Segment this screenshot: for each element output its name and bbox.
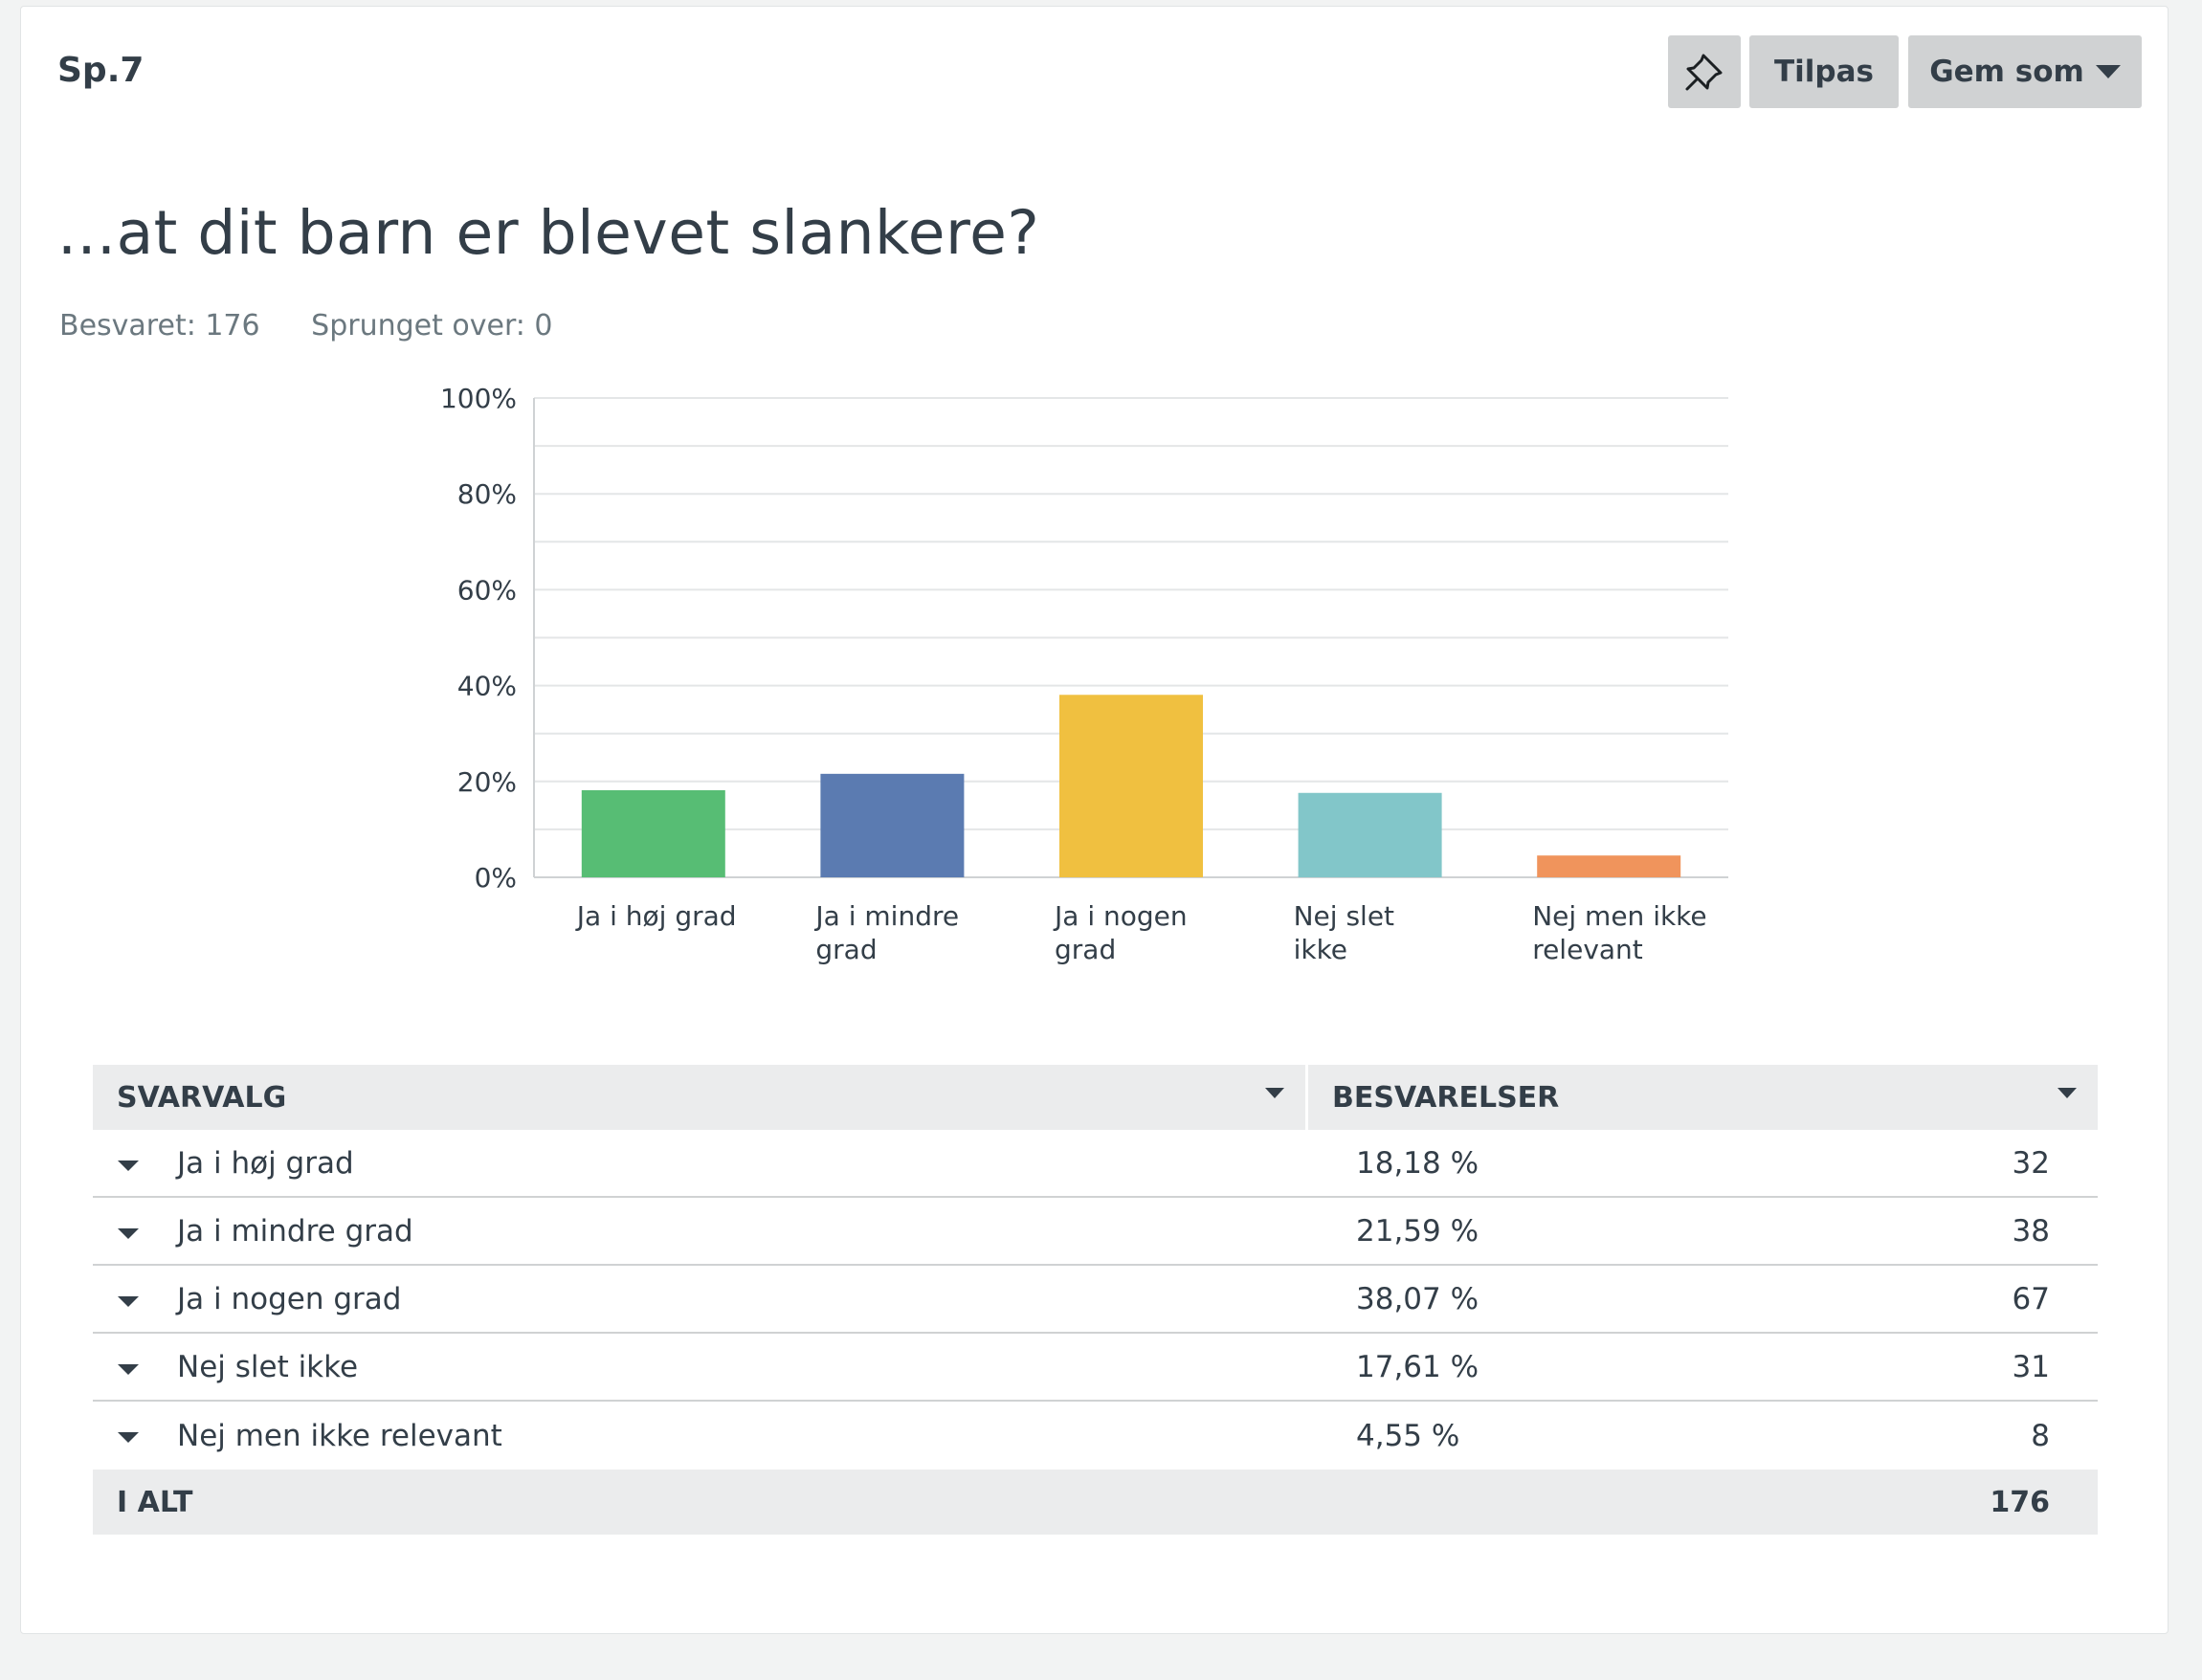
bar — [820, 773, 965, 877]
answer-percent: 4,55 % — [1356, 1418, 1460, 1453]
x-tick-label: grad — [1055, 934, 1116, 965]
answer-label: Nej slet ikke — [177, 1349, 359, 1384]
answer-count: 32 — [2012, 1145, 2050, 1181]
table-total-row: I ALT 176 — [93, 1470, 2098, 1535]
expand-icon[interactable] — [118, 1364, 139, 1375]
table-row: Ja i nogen grad 38,07 % 67 — [93, 1266, 2098, 1334]
column-header-answer-choices[interactable]: SVARVALG — [93, 1065, 1308, 1130]
answer-label: Ja i mindre grad — [177, 1213, 413, 1249]
answer-percent: 17,61 % — [1356, 1349, 1479, 1384]
x-tick-label: Nej men ikke — [1532, 900, 1706, 932]
answer-count: 8 — [2031, 1418, 2050, 1453]
answer-count: 31 — [2012, 1349, 2050, 1384]
table-row: Ja i mindre grad 21,59 % 38 — [93, 1198, 2098, 1266]
bar — [1298, 792, 1442, 877]
answer-label: Ja i nogen grad — [177, 1281, 402, 1316]
expand-icon[interactable] — [118, 1161, 139, 1171]
answer-percent: 38,07 % — [1356, 1281, 1479, 1316]
results-table: SVARVALG BESVARELSER Ja i høj grad 18,18… — [93, 1065, 2098, 1535]
answer-percent: 21,59 % — [1356, 1213, 1479, 1249]
table-header: SVARVALG BESVARELSER — [93, 1065, 2098, 1130]
x-tick-label: Ja i mindre — [813, 900, 959, 932]
sort-icon[interactable] — [1265, 1088, 1284, 1098]
total-count: 176 — [1990, 1485, 2050, 1519]
y-tick-label: 80% — [457, 478, 517, 510]
x-tick-label: ikke — [1294, 934, 1347, 965]
column-header-responses[interactable]: BESVARELSER — [1308, 1065, 2098, 1130]
y-tick-label: 20% — [457, 766, 517, 798]
x-tick-label: grad — [815, 934, 877, 965]
bar — [1059, 695, 1203, 877]
y-tick-label: 60% — [457, 574, 517, 606]
bar — [1537, 855, 1681, 877]
answer-percent: 18,18 % — [1356, 1145, 1479, 1181]
table-row: Nej slet ikke 17,61 % 31 — [93, 1334, 2098, 1402]
bar-chart: 0% 20% 40% 60% 80% 100% Ja i høj grad Ja i mind… — [440, 383, 1728, 965]
sort-icon[interactable] — [2057, 1088, 2077, 1098]
expand-icon[interactable] — [118, 1228, 139, 1239]
bar — [581, 789, 725, 877]
expand-icon[interactable] — [118, 1432, 139, 1443]
question-card: Sp.7 Tilpas Gem som ...at dit barn er bl… — [20, 6, 2169, 1634]
expand-icon[interactable] — [118, 1296, 139, 1307]
y-tick-label: 40% — [457, 671, 517, 702]
x-tick-label: Nej slet — [1294, 900, 1394, 932]
total-label: I ALT — [117, 1485, 193, 1519]
answer-count: 38 — [2012, 1213, 2050, 1249]
table-row: Ja i høj grad 18,18 % 32 — [93, 1130, 2098, 1198]
x-tick-label: Ja i høj grad — [575, 900, 737, 932]
x-tick-label: Ja i nogen — [1053, 900, 1188, 932]
answer-label: Ja i høj grad — [177, 1145, 354, 1181]
x-tick-label: relevant — [1532, 934, 1643, 965]
table-row: Nej men ikke relevant 4,55 % 8 — [93, 1402, 2098, 1470]
answer-label: Nej men ikke relevant — [177, 1418, 502, 1453]
y-tick-label: 0% — [475, 862, 517, 894]
y-tick-label: 100% — [440, 383, 517, 414]
answer-count: 67 — [2012, 1281, 2050, 1316]
